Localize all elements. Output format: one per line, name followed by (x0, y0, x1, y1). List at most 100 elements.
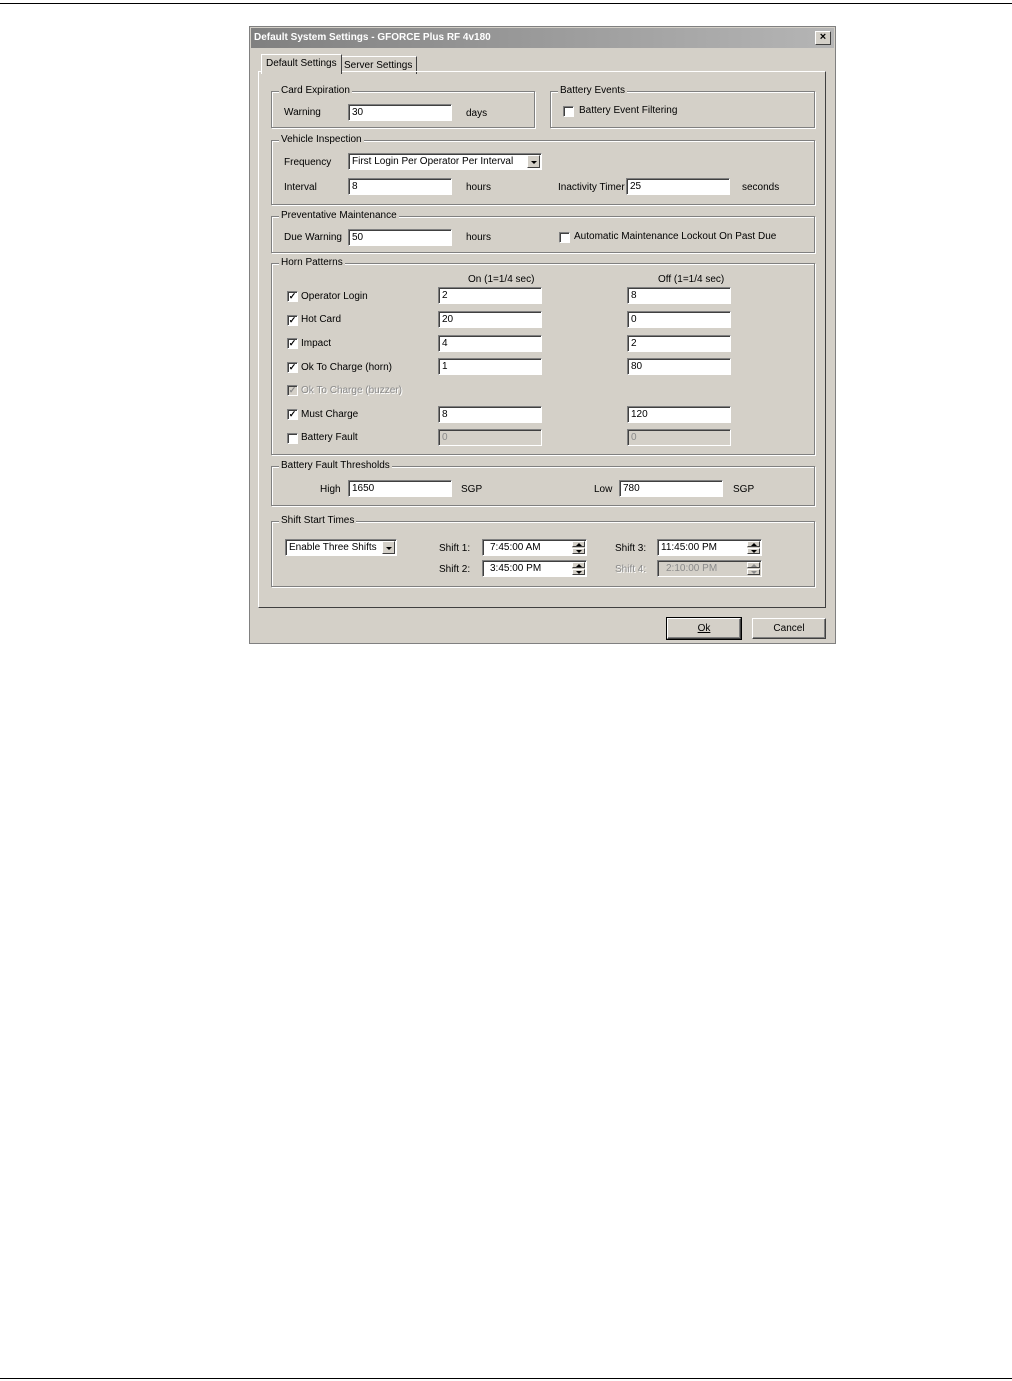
shift1-label: Shift 1: (439, 543, 471, 554)
chevron-down-icon[interactable] (382, 541, 395, 554)
operator-login-checkbox[interactable]: ✓ (287, 291, 298, 302)
shift2-spinner[interactable] (572, 562, 585, 575)
impact-off-input[interactable]: 2 (627, 335, 731, 352)
operator-login-off-input[interactable]: 8 (627, 287, 731, 304)
must-charge-off-input[interactable]: 120 (627, 406, 731, 423)
high-threshold-input[interactable]: 1650 (348, 480, 452, 497)
hot-card-checkbox[interactable]: ✓ (287, 315, 298, 326)
impact-checkbox[interactable]: ✓ (287, 338, 298, 349)
interval-unit-label: hours (466, 182, 492, 193)
shift2-label: Shift 2: (439, 564, 471, 575)
battery-fault-checkbox[interactable] (287, 433, 298, 444)
shift4-time-value: 2:10:00 PM (666, 563, 718, 574)
shift3-label: Shift 3: (615, 543, 647, 554)
inactivity-unit-label: seconds (742, 182, 780, 193)
spin-down-icon (747, 569, 760, 575)
hot-card-label: Hot Card (301, 314, 342, 325)
spin-up-icon[interactable] (572, 562, 585, 568)
ok-to-charge-horn-checkbox[interactable]: ✓ (287, 362, 298, 373)
close-icon[interactable]: × (815, 31, 831, 45)
dialog-title: Default System Settings - GFORCE Plus RF… (254, 32, 491, 43)
must-charge-checkbox[interactable]: ✓ (287, 409, 298, 420)
battery-fault-thresholds-legend: Battery Fault Thresholds (279, 460, 392, 472)
spin-down-icon[interactable] (572, 548, 585, 554)
warning-label: Warning (284, 107, 321, 118)
battery-fault-off-input: 0 (627, 429, 731, 446)
low-unit-label: SGP (733, 484, 755, 495)
shift4-spinner (747, 562, 760, 575)
shift1-time-value: 7:45:00 AM (490, 542, 541, 553)
interval-input[interactable]: 8 (348, 178, 452, 195)
maintenance-lockout-checkbox[interactable] (559, 232, 570, 243)
chevron-down-icon[interactable] (527, 155, 540, 168)
operator-login-label: Operator Login (301, 291, 368, 302)
tab-panel-default-settings: Card Expiration Warning 30 days Battery … (258, 71, 826, 608)
due-warning-unit-label: hours (466, 232, 492, 243)
due-warning-label: Due Warning (284, 232, 342, 243)
battery-event-filtering-label: Battery Event Filtering (579, 105, 678, 116)
ok-to-charge-horn-on-input[interactable]: 1 (438, 358, 542, 375)
card-expiration-legend: Card Expiration (279, 85, 352, 97)
spin-down-icon[interactable] (572, 569, 585, 575)
frequency-dropdown[interactable]: First Login Per Operator Per Interval (348, 153, 542, 170)
must-charge-label: Must Charge (301, 409, 359, 420)
card-expiration-group: Card Expiration Warning 30 days (271, 85, 535, 128)
ok-to-charge-horn-off-input[interactable]: 80 (627, 358, 731, 375)
inactivity-timer-input[interactable]: 25 (626, 178, 730, 195)
off-column-header: Off (1=1/4 sec) (658, 274, 725, 285)
frequency-label: Frequency (284, 157, 332, 168)
shift-mode-value: Enable Three Shifts (289, 542, 377, 553)
ok-to-charge-buzzer-label: Ok To Charge (buzzer) (301, 385, 402, 396)
battery-event-filtering-checkbox[interactable] (563, 106, 574, 117)
shift3-time-value: 11:45:00 PM (661, 542, 717, 553)
shift-start-times-legend: Shift Start Times (279, 515, 357, 527)
maintenance-lockout-label: Automatic Maintenance Lockout On Past Du… (574, 231, 777, 242)
title-bar: Default System Settings - GFORCE Plus RF… (251, 28, 834, 48)
inactivity-timer-label: Inactivity Timer (558, 182, 625, 193)
must-charge-on-input[interactable]: 8 (438, 406, 542, 423)
high-label: High (320, 484, 341, 495)
spin-up-icon (747, 562, 760, 568)
shift3-spinner[interactable] (747, 541, 760, 554)
tab-default-settings[interactable]: Default Settings (261, 54, 342, 74)
hot-card-on-input[interactable]: 20 (438, 311, 542, 328)
low-label: Low (594, 484, 613, 495)
high-unit-label: SGP (461, 484, 483, 495)
battery-events-legend: Battery Events (558, 85, 628, 97)
cancel-button[interactable]: Cancel (752, 618, 826, 639)
frequency-value: First Login Per Operator Per Interval (352, 156, 514, 167)
shift-start-times-group: Shift Start Times Enable Three Shifts Sh… (271, 515, 815, 587)
warning-days-input[interactable]: 30 (348, 104, 452, 121)
horn-patterns-legend: Horn Patterns (279, 257, 345, 269)
impact-label: Impact (301, 338, 332, 349)
spin-down-icon[interactable] (747, 548, 760, 554)
shift4-label: Shift 4: (615, 564, 647, 575)
due-warning-input[interactable]: 50 (348, 229, 452, 246)
ok-to-charge-horn-label: Ok To Charge (horn) (301, 362, 392, 373)
shift1-time-input[interactable]: 7:45:00 AM (482, 539, 587, 556)
ok-button-label: Ok (697, 623, 711, 634)
ok-button[interactable]: Ok (666, 617, 742, 640)
battery-fault-thresholds-group: Battery Fault Thresholds High 1650 SGP L… (271, 460, 815, 506)
battery-fault-on-input: 0 (438, 429, 542, 446)
shift3-time-input[interactable]: 11:45:00 PM (657, 539, 762, 556)
preventative-maintenance-legend: Preventative Maintenance (279, 210, 399, 222)
operator-login-on-input[interactable]: 2 (438, 287, 542, 304)
spin-up-icon[interactable] (747, 541, 760, 547)
shift-mode-dropdown[interactable]: Enable Three Shifts (285, 539, 397, 556)
low-threshold-input[interactable]: 780 (619, 480, 723, 497)
vehicle-inspection-legend: Vehicle Inspection (279, 134, 364, 146)
impact-on-input[interactable]: 4 (438, 335, 542, 352)
hot-card-off-input[interactable]: 0 (627, 311, 731, 328)
shift1-spinner[interactable] (572, 541, 585, 554)
page-top-rule (0, 3, 1012, 4)
horn-patterns-group: Horn Patterns On (1=1/4 sec) Off (1=1/4 … (271, 257, 815, 455)
shift4-time-input: 2:10:00 PM (657, 560, 762, 577)
interval-label: Interval (284, 182, 317, 193)
spin-up-icon[interactable] (572, 541, 585, 547)
battery-events-group: Battery Events Battery Event Filtering (550, 85, 815, 128)
default-system-settings-dialog: Default System Settings - GFORCE Plus RF… (249, 26, 836, 644)
days-unit-label: days (466, 108, 488, 119)
shift2-time-input[interactable]: 3:45:00 PM (482, 560, 587, 577)
preventative-maintenance-group: Preventative Maintenance Due Warning 50 … (271, 210, 815, 253)
